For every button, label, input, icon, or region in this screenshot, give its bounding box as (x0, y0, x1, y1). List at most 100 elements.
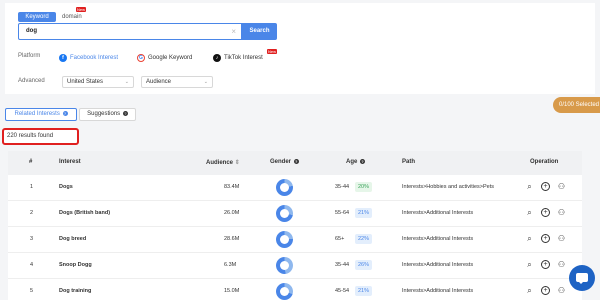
age-percent-badge: 21% (355, 286, 373, 296)
interest-path: Interests>Additional Interests (402, 236, 474, 242)
gender-chart (276, 283, 293, 300)
country-select-value: United States (67, 79, 104, 85)
age-percent-badge: 26% (355, 260, 373, 270)
add-icon[interactable]: + (541, 182, 550, 191)
clear-icon[interactable]: × (231, 27, 236, 36)
country-select[interactable]: United States ⌄ (62, 76, 134, 88)
tab-suggestions-label: Suggestions (87, 111, 121, 117)
row-number: 5 (30, 288, 34, 294)
new-badge: New (267, 49, 278, 54)
tab-related-interests-label: Related Interests (14, 111, 60, 117)
add-icon[interactable]: + (541, 286, 550, 295)
add-icon[interactable]: + (541, 208, 550, 217)
tab-keyword[interactable]: Keyword (18, 12, 56, 22)
audience-icon[interactable]: ⚇ (557, 208, 566, 217)
search-button[interactable]: Search (242, 23, 277, 40)
gender-chart (276, 257, 293, 274)
search-icon[interactable]: ⌕ (525, 286, 534, 295)
tab-suggestions[interactable]: Suggestions ? (79, 108, 136, 121)
age-percent-badge: 21% (355, 208, 373, 218)
interest-path: Interests>Additional Interests (402, 262, 474, 268)
selected-count-badge[interactable]: 0/100 Selected (553, 97, 600, 113)
platform-label: Platform (18, 53, 41, 59)
help-icon: ? (293, 159, 299, 164)
row-number: 2 (30, 210, 34, 216)
age-range: 35-44 (335, 262, 350, 268)
age-percent-badge: 22% (355, 234, 373, 244)
audience-size: 15.0M (224, 288, 240, 294)
interest-name[interactable]: Dog training (59, 288, 91, 294)
search-icon[interactable]: ⌕ (525, 208, 534, 217)
col-header-audience[interactable]: Audience ⇕ (206, 159, 240, 166)
audience-size: 83.4M (224, 184, 240, 190)
table-row[interactable]: 2 Dogs (British band) 26.0M 55-64 21% Interes… (8, 201, 582, 227)
search-icon[interactable]: ⌕ (525, 234, 534, 243)
col-header-age-label: Age (346, 159, 358, 166)
table-row[interactable]: 4 Snoop Dogg 6.3M 35-44 26% Interests>Additio… (8, 253, 582, 279)
interest-name[interactable]: Dogs (British band) (59, 210, 110, 216)
gender-chart (276, 179, 293, 196)
col-header-gender: Gender ? (270, 159, 299, 165)
audience-icon[interactable]: ⚇ (557, 286, 566, 295)
platform-facebook-label: Facebook Interest (70, 55, 119, 61)
interest-name[interactable]: Dog breed (59, 236, 86, 242)
platform-google[interactable]: G Google Keyword (137, 54, 192, 62)
age-range: 35-44 (335, 184, 350, 190)
facebook-icon: f (59, 54, 67, 62)
row-number: 1 (30, 184, 34, 190)
platform-tiktok[interactable]: ♪ TikTok Interest (213, 54, 263, 62)
col-header-audience-label: Audience (206, 160, 234, 166)
col-header-age: Age ? (346, 159, 366, 166)
interest-name[interactable]: Snoop Dogg (59, 262, 92, 268)
age-range: 45-54 (335, 288, 350, 294)
col-header-number: # (29, 159, 33, 165)
audience-icon[interactable]: ⚇ (557, 260, 566, 269)
chat-button[interactable] (569, 265, 595, 291)
chevron-down-icon: ⌄ (124, 79, 129, 85)
help-icon: ? (62, 110, 68, 116)
interest-path: Interests>Additional Interests (402, 288, 474, 294)
gender-chart (276, 231, 293, 248)
advanced-label: Advanced (18, 78, 45, 84)
age-range: 55-64 (335, 210, 350, 216)
audience-icon[interactable]: ⚇ (557, 234, 566, 243)
chevron-down-icon: ⌄ (203, 79, 208, 85)
new-badge: New (76, 7, 87, 12)
col-header-path: Path (402, 159, 416, 165)
age-range: 65+ (335, 236, 345, 242)
table-row[interactable]: 1 Dogs 83.4M 35-44 20% Interests>Hobbies and … (8, 175, 582, 201)
google-icon: G (137, 54, 145, 62)
row-operations: ⌕ + ⚇ (525, 234, 566, 243)
audience-select[interactable]: Audience ⌄ (141, 76, 213, 88)
search-input[interactable]: dog × (18, 23, 242, 40)
interests-table: # Interest Audience ⇕ Gender ? Age ? Pat… (8, 151, 582, 300)
search-query-value: dog (26, 28, 37, 34)
tab-domain[interactable]: domain (62, 12, 82, 22)
table-header: # Interest Audience ⇕ Gender ? Age ? Pat… (8, 151, 582, 175)
platform-facebook[interactable]: f Facebook Interest (59, 54, 118, 62)
interest-path: Interests>Hobbies and activities>Pets (402, 184, 495, 190)
results-count: 220 results found (2, 128, 79, 145)
row-operations: ⌕ + ⚇ (525, 260, 566, 269)
audience-select-value: Audience (146, 79, 172, 85)
col-header-gender-label: Gender (270, 159, 292, 166)
search-icon[interactable]: ⌕ (525, 182, 534, 191)
audience-size: 6.3M (224, 262, 237, 268)
add-icon[interactable]: + (541, 260, 550, 269)
platform-google-label: Google Keyword (148, 55, 193, 61)
tab-related-interests[interactable]: Related Interests ? (5, 108, 77, 121)
audience-icon[interactable]: ⚇ (557, 182, 566, 191)
chat-icon-tail (578, 281, 584, 284)
sort-icon: ⇕ (234, 160, 240, 166)
row-number: 3 (30, 236, 34, 242)
col-header-interest: Interest (59, 159, 81, 165)
table-row[interactable]: 5 Dog training 15.0M 45-54 21% Interests>Addi… (8, 279, 582, 300)
table-row[interactable]: 3 Dog breed 28.6M 65+ 22% Interests>Additiona… (8, 227, 582, 253)
row-operations: ⌕ + ⚇ (525, 182, 566, 191)
age-percent-badge: 20% (355, 182, 373, 192)
gender-chart (276, 205, 293, 222)
search-icon[interactable]: ⌕ (525, 260, 534, 269)
add-icon[interactable]: + (541, 234, 550, 243)
search-panel: Keyword domain New dog × Search Platform… (5, 3, 595, 94)
interest-name[interactable]: Dogs (59, 184, 73, 190)
